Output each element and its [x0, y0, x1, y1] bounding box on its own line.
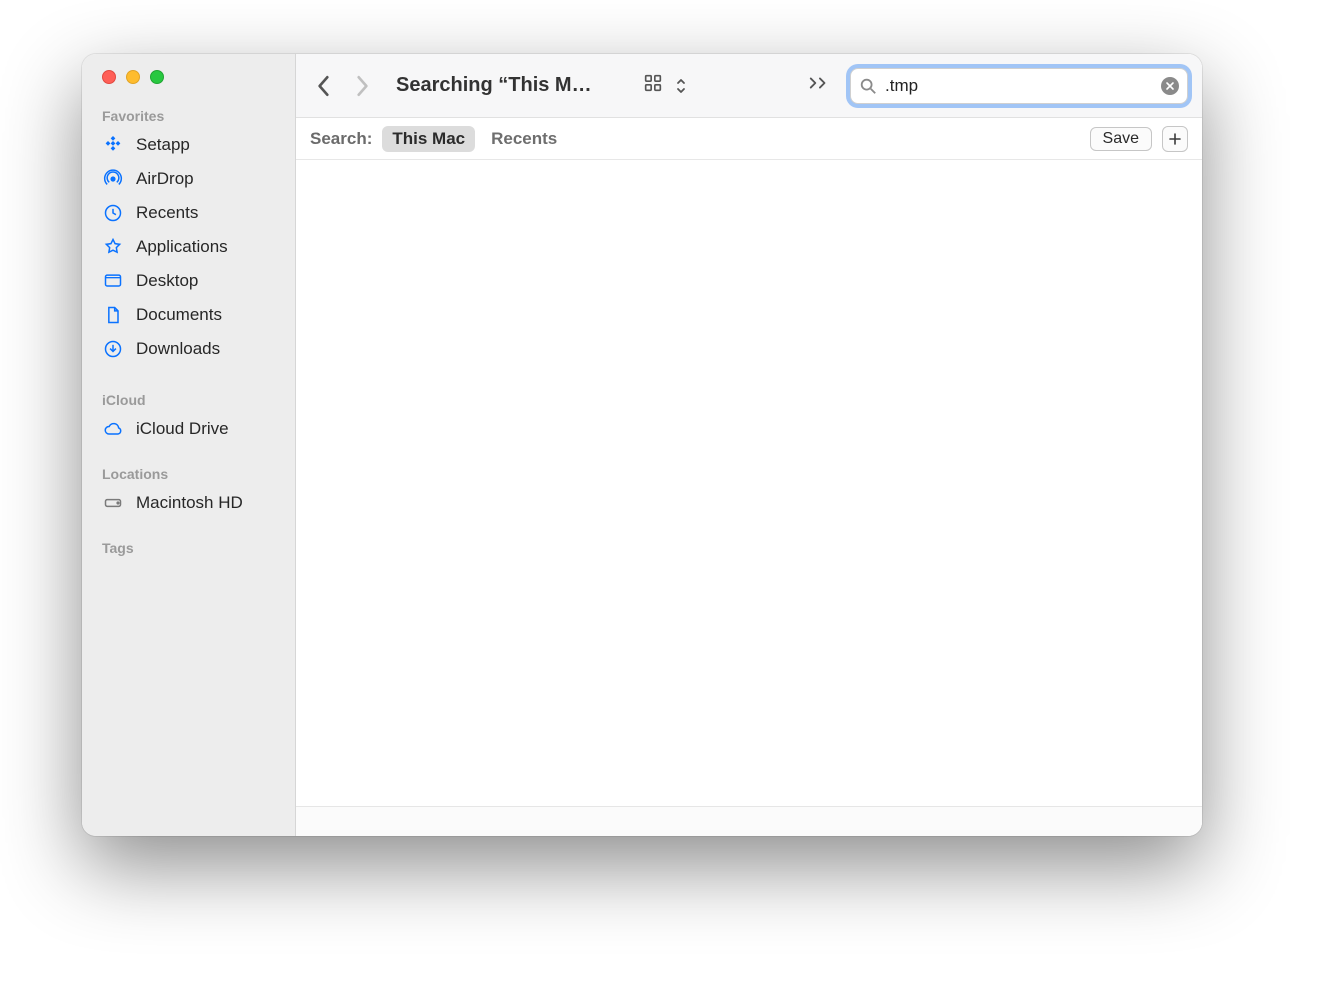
- sidebar-item-label: Setapp: [136, 135, 190, 155]
- main-area: Searching “This M…: [296, 54, 1202, 836]
- downloads-icon: [102, 338, 124, 360]
- save-search-button[interactable]: Save: [1090, 127, 1152, 151]
- search-icon: [859, 77, 877, 95]
- sidebar-item-label: Downloads: [136, 339, 220, 359]
- cloud-icon: [102, 418, 124, 440]
- sidebar-section-header-tags[interactable]: Tags: [82, 534, 295, 560]
- sidebar-item-label: AirDrop: [136, 169, 194, 189]
- applications-icon: [102, 236, 124, 258]
- search-input[interactable]: [885, 76, 1153, 96]
- sidebar-item-downloads[interactable]: Downloads: [82, 332, 295, 366]
- sidebar: Favorites Setapp AirDrop Recents Applica…: [82, 54, 296, 836]
- sidebar-item-label: Desktop: [136, 271, 198, 291]
- scope-label: Search:: [310, 129, 372, 149]
- more-toolbar-items-button[interactable]: [804, 72, 834, 99]
- sidebar-item-label: Applications: [136, 237, 228, 257]
- minimize-window-button[interactable]: [126, 70, 140, 84]
- document-icon: [102, 304, 124, 326]
- window-controls: [82, 70, 295, 84]
- sidebar-item-airdrop[interactable]: AirDrop: [82, 162, 295, 196]
- disk-icon: [102, 492, 124, 514]
- sidebar-item-documents[interactable]: Documents: [82, 298, 295, 332]
- clock-icon: [102, 202, 124, 224]
- sidebar-item-label: Macintosh HD: [136, 493, 243, 513]
- sidebar-item-macintosh-hd[interactable]: Macintosh HD: [82, 486, 295, 520]
- chevron-up-down-icon: [670, 75, 682, 97]
- search-scope-bar: Search: This Mac Recents Save: [296, 118, 1202, 160]
- status-bar: [296, 806, 1202, 836]
- add-search-criteria-button[interactable]: [1162, 126, 1188, 152]
- desktop-icon: [102, 270, 124, 292]
- back-button[interactable]: [310, 68, 338, 104]
- sidebar-item-desktop[interactable]: Desktop: [82, 264, 295, 298]
- maximize-window-button[interactable]: [150, 70, 164, 84]
- toolbar: Searching “This M…: [296, 54, 1202, 118]
- sidebar-item-label: Recents: [136, 203, 198, 223]
- sidebar-item-setapp[interactable]: Setapp: [82, 128, 295, 162]
- setapp-icon: [102, 134, 124, 156]
- sidebar-item-label: Documents: [136, 305, 222, 325]
- close-window-button[interactable]: [102, 70, 116, 84]
- window-title: Searching “This M…: [396, 74, 592, 97]
- sidebar-item-label: iCloud Drive: [136, 419, 229, 439]
- airdrop-icon: [102, 168, 124, 190]
- search-field[interactable]: [850, 68, 1188, 104]
- forward-button[interactable]: [348, 68, 376, 104]
- sidebar-item-icloud-drive[interactable]: iCloud Drive: [82, 412, 295, 446]
- finder-window: Favorites Setapp AirDrop Recents Applica…: [82, 54, 1202, 836]
- scope-this-mac[interactable]: This Mac: [382, 126, 475, 152]
- scope-recents[interactable]: Recents: [485, 126, 563, 152]
- sidebar-section-header-locations: Locations: [82, 460, 295, 486]
- sidebar-item-applications[interactable]: Applications: [82, 230, 295, 264]
- view-options-button[interactable]: [636, 68, 688, 103]
- icon-grid-icon: [642, 72, 664, 99]
- sidebar-section-header-icloud: iCloud: [82, 386, 295, 412]
- results-area: [296, 160, 1202, 806]
- sidebar-section-header-favorites: Favorites: [82, 102, 295, 128]
- clear-search-button[interactable]: [1161, 77, 1179, 95]
- sidebar-item-recents[interactable]: Recents: [82, 196, 295, 230]
